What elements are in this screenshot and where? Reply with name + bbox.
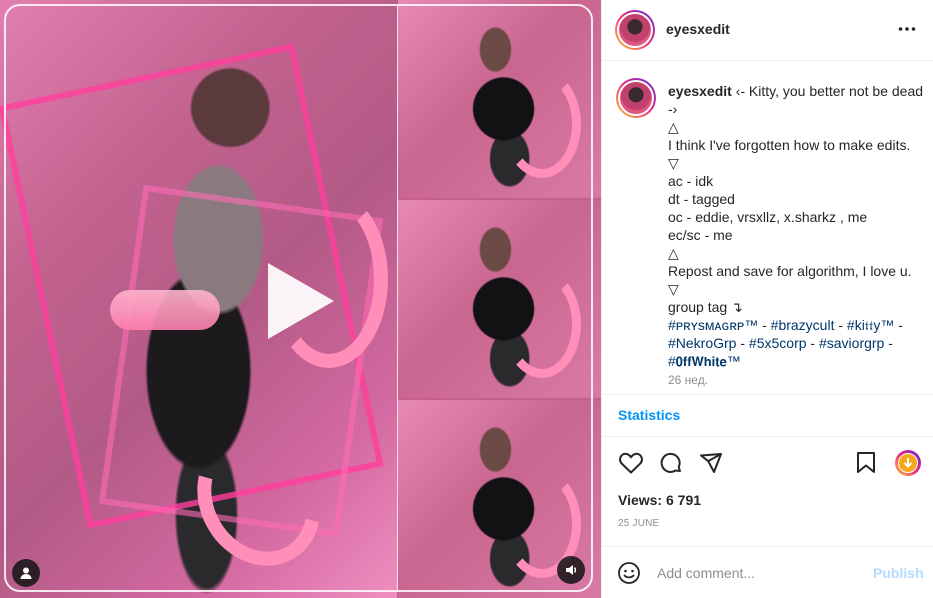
caption-block: eyesxedit ‹- Kitty, you better not be de… xyxy=(616,78,930,394)
hashtag-link[interactable]: #ᴘʀʏsᴍᴀɢʀᴘ™ xyxy=(668,317,758,333)
caption-line: Repost and save for algorithm, I love u. xyxy=(668,263,912,279)
header-username[interactable]: eyesxedit xyxy=(666,21,730,37)
hashtag-link[interactable]: #𝟬𝗳𝗳𝗪𝗵𝗶𝘁𝗲™ xyxy=(668,353,741,369)
download-icon[interactable] xyxy=(895,450,921,476)
instagram-post-view: eyesxedit eyesxedit ‹- Kitty, you better… xyxy=(0,0,933,598)
views-count: Views: 6 791 xyxy=(618,492,702,508)
divider xyxy=(602,394,933,395)
speaker-icon[interactable] xyxy=(557,556,585,584)
post-header: eyesxedit xyxy=(602,0,933,61)
heart-icon[interactable] xyxy=(619,452,643,474)
hashtag-link[interactable]: #5x5corp xyxy=(749,335,807,351)
comment-icon[interactable] xyxy=(659,451,683,475)
caption-line: group tag ↴ xyxy=(668,299,743,315)
caption-line: oc - eddie, vrsxllz, x.sharkz , me xyxy=(668,209,868,225)
play-icon[interactable] xyxy=(268,263,334,339)
caption-username[interactable]: eyesxedit xyxy=(668,83,732,99)
hashtag-separator: - xyxy=(736,335,749,351)
hashtag-separator: - xyxy=(834,317,847,333)
user-tag-icon[interactable] xyxy=(12,559,40,587)
caption-text: eyesxedit ‹- Kitty, you better not be de… xyxy=(668,82,926,389)
avatar-image xyxy=(618,80,654,116)
hashtag-separator: - xyxy=(894,317,903,333)
hashtag-link[interactable]: #brazycult xyxy=(771,317,835,333)
more-options-icon[interactable] xyxy=(898,25,916,33)
publish-button[interactable]: Publish xyxy=(873,565,924,581)
hashtag-link[interactable]: #NekroGrp xyxy=(668,335,736,351)
emoji-icon[interactable] xyxy=(617,561,641,585)
caption-line: ec/sc - me xyxy=(668,227,733,243)
caption-tags: #ᴘʀʏsᴍᴀɢʀᴘ™ - #brazycult - #ki𝔱𝔱y™ - #Ne… xyxy=(668,317,903,369)
caption-line: I think I've forgotten how to make edits… xyxy=(668,137,911,153)
reel-video[interactable] xyxy=(0,0,601,598)
caption-line: △ xyxy=(668,119,679,135)
avatar-image xyxy=(617,12,653,48)
divider xyxy=(602,436,933,437)
comment-input[interactable]: Add comment... xyxy=(657,565,755,581)
post-date: 25 JUNE xyxy=(618,518,660,529)
caption-line: △ xyxy=(668,245,679,261)
caption-body: ‹- Kitty, you better not be dead -› △ I th… xyxy=(668,83,923,315)
caption-avatar[interactable] xyxy=(616,78,656,118)
caption-age: 26 нед. xyxy=(668,373,709,387)
download-icon-inner xyxy=(898,453,918,473)
hashtag-link[interactable]: #ki𝔱𝔱y™ xyxy=(847,317,895,333)
statistics-link[interactable]: Statistics xyxy=(618,407,680,423)
share-icon[interactable] xyxy=(699,451,723,475)
caption-line: ac - idk xyxy=(668,173,714,189)
post-sidebar: eyesxedit eyesxedit ‹- Kitty, you better… xyxy=(601,0,933,598)
caption-line: ▽ xyxy=(668,155,679,171)
caption-line: ▽ xyxy=(668,281,679,297)
hashtag-separator: - xyxy=(884,335,893,351)
divider xyxy=(602,546,933,547)
bookmark-icon[interactable] xyxy=(856,452,876,474)
avatar[interactable] xyxy=(615,10,655,50)
hashtag-link[interactable]: #saviorgrp xyxy=(819,335,884,351)
hashtag-separator: - xyxy=(806,335,819,351)
caption-line: dt - tagged xyxy=(668,191,735,207)
hashtag-separator: - xyxy=(758,317,771,333)
